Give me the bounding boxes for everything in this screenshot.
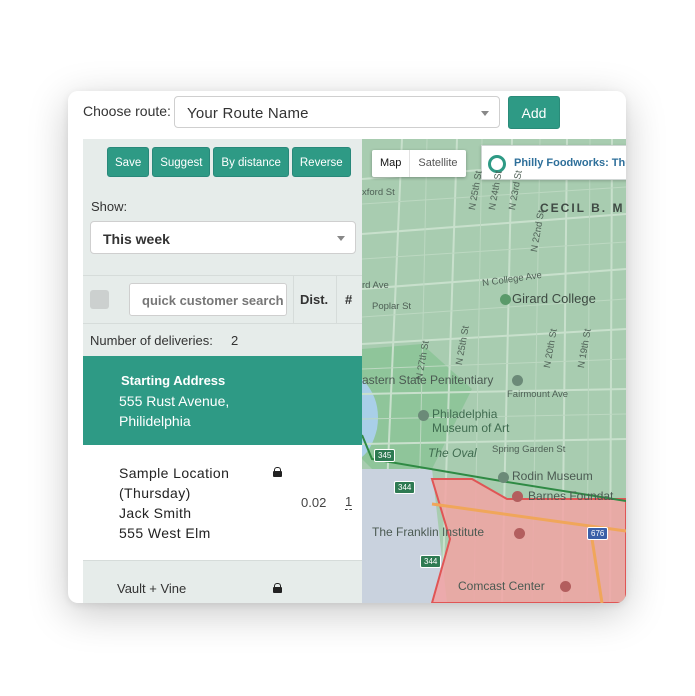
starting-address-row[interactable]: Starting Address 555 Rust Avenue, Philid…: [83, 356, 362, 445]
deliveries-count-row: Number of deliveries: 2: [83, 323, 362, 357]
map-label: astern State Penitentiary: [362, 373, 494, 387]
route-map[interactable]: Map Satellite Philly Foodworks: Thu CECI…: [362, 139, 626, 603]
map-view-button[interactable]: Map: [372, 150, 411, 177]
by-distance-button[interactable]: By distance: [213, 147, 289, 177]
map-label: Spring Garden St: [492, 444, 566, 455]
map-label: Barnes Foundat: [528, 489, 614, 503]
stop-order[interactable]: 1: [345, 495, 353, 510]
stop-name: Sample Location: [119, 465, 230, 481]
starting-address-title: Starting Address: [121, 373, 226, 388]
route-select-value: Your Route Name: [187, 105, 309, 122]
add-route-button[interactable]: Add: [508, 96, 560, 129]
map-label: Girard College: [512, 291, 596, 306]
route-select[interactable]: Your Route Name: [174, 96, 500, 128]
popup-text: Philly Foodworks: Thu: [514, 157, 626, 169]
stop-address: 555 West Elm: [119, 525, 211, 541]
map-label: The Franklin Institute: [372, 525, 485, 539]
poi-marker-icon[interactable]: [500, 294, 511, 305]
highway-shield: 344: [394, 481, 416, 494]
deliveries-label: Number of deliveries:: [90, 333, 213, 348]
map-label: Rodin Museum: [512, 469, 593, 483]
suggest-button[interactable]: Suggest: [152, 147, 211, 177]
poi-marker-icon[interactable]: [560, 581, 571, 592]
column-divider: [293, 276, 294, 324]
week-select[interactable]: This week: [90, 221, 356, 254]
dist-column-header[interactable]: Dist.: [300, 292, 328, 307]
stop-details: Sample Location (Thursday) Jack Smith 55…: [119, 463, 229, 543]
route-toolbar: Save Suggest By distance Reverse: [107, 147, 351, 177]
map-label: xford St: [362, 187, 395, 198]
week-select-value: This week: [103, 231, 170, 247]
chevron-down-icon: [337, 236, 345, 241]
map-type-toggle: Map Satellite: [372, 150, 466, 177]
show-label: Show:: [91, 199, 128, 214]
map-label: Fairmount Ave: [507, 389, 569, 400]
chevron-down-icon: [481, 111, 489, 116]
stop-name: Vault + Vine: [117, 581, 187, 596]
poi-marker-icon[interactable]: [514, 528, 525, 539]
table-header: quick customer search Dist. #: [83, 275, 362, 324]
map-label: Philadelphia Museum of Art: [432, 407, 510, 435]
table-row[interactable]: Sample Location (Thursday) Jack Smith 55…: [83, 445, 362, 560]
save-button[interactable]: Save: [107, 147, 150, 177]
customer-search-input[interactable]: quick customer search: [129, 283, 287, 316]
table-row[interactable]: Vault + Vine: [83, 560, 362, 603]
poi-marker-icon[interactable]: [512, 375, 523, 386]
satellite-view-button[interactable]: Satellite: [410, 150, 465, 177]
stop-day: (Thursday): [119, 485, 191, 501]
map-label: The Oval: [428, 446, 477, 460]
map-label: Comcast Center: [458, 579, 545, 593]
highway-shield: 345: [374, 449, 396, 462]
deliveries-count: 2: [231, 333, 239, 348]
route-header: Choose route: Your Route Name Add: [68, 91, 626, 139]
highway-shield: 344: [420, 555, 442, 568]
highway-shield: 676: [587, 527, 609, 540]
select-all-checkbox[interactable]: [90, 290, 109, 309]
map-label: rd Ave: [362, 280, 389, 291]
map-label: Poplar St: [372, 301, 412, 312]
reverse-button[interactable]: Reverse: [291, 147, 351, 177]
order-column-header[interactable]: #: [345, 292, 352, 307]
stop-contact: Jack Smith: [119, 505, 192, 521]
choose-route-label: Choose route:: [83, 103, 171, 119]
poi-marker-icon[interactable]: [512, 491, 523, 502]
stop-distance: 0.02: [301, 495, 327, 510]
map-label: CECIL B. M: [540, 201, 625, 215]
app-card: Choose route: Your Route Name Add Save S…: [68, 91, 626, 603]
poi-marker-icon[interactable]: [498, 472, 509, 483]
search-placeholder: quick customer search: [142, 293, 284, 308]
unlock-icon[interactable]: [273, 583, 282, 593]
unlock-icon[interactable]: [273, 467, 282, 477]
column-divider: [336, 276, 337, 324]
route-sidebar: Save Suggest By distance Reverse Show: T…: [83, 139, 362, 603]
starting-address-text: 555 Rust Avenue, Philidelphia: [119, 393, 230, 429]
poi-marker-icon[interactable]: [418, 410, 429, 421]
